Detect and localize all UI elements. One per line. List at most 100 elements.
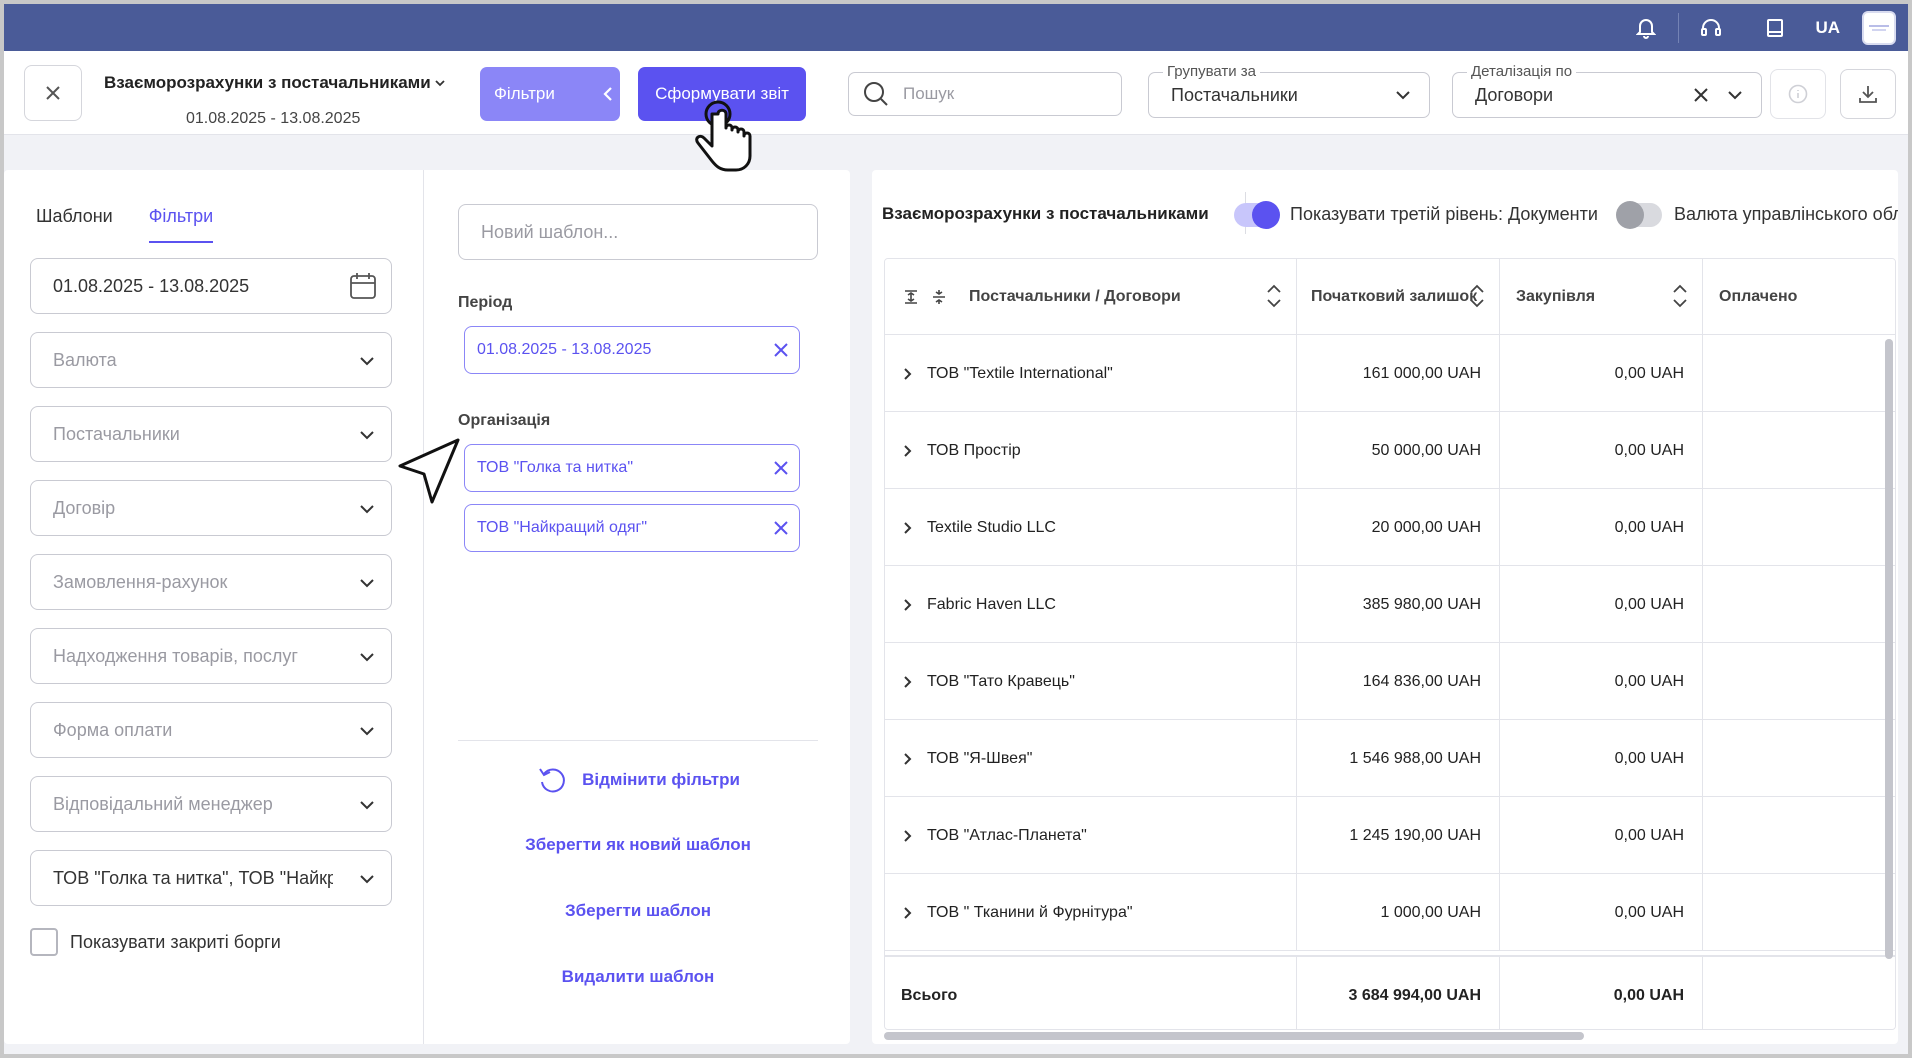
expand-row-icon[interactable] <box>903 598 913 612</box>
expand-row-icon[interactable] <box>903 829 913 843</box>
expand-row-icon[interactable] <box>903 444 913 458</box>
date-range-field[interactable]: 01.08.2025 - 13.08.2025 <box>30 258 392 314</box>
tab-filters[interactable]: Фільтри <box>148 206 214 243</box>
chevron-down-icon <box>360 579 374 588</box>
expand-row-icon[interactable] <box>903 675 913 689</box>
supplier-name: ТОВ "Тато Кравець" <box>927 672 1075 690</box>
calendar-icon[interactable] <box>349 271 377 301</box>
management-currency-toggle[interactable] <box>1616 201 1662 229</box>
report-header: Взаєморозрахунки з постачальниками 01.08… <box>4 51 1908 135</box>
purchase-cell: 0,00 UAH <box>1500 489 1703 566</box>
expand-row-icon[interactable] <box>903 752 913 766</box>
undo-icon <box>539 768 565 793</box>
tab-templates[interactable]: Шаблони <box>36 206 113 243</box>
scrollbar-thumb[interactable] <box>1885 339 1893 959</box>
collapse-all-icon[interactable] <box>931 289 947 305</box>
report-title-dropdown[interactable]: Взаєморозрахунки з постачальниками <box>104 73 445 93</box>
filters-column: Шаблони Фільтри 01.08.2025 - 13.08.2025 … <box>4 170 424 1044</box>
third-level-toggle[interactable] <box>1234 201 1280 229</box>
table-row[interactable]: ТОВ "Я-Швея" 1 546 988,00 UAH 0,00 UAH <box>885 720 1895 797</box>
table-header: Постачальники / Договори Початковий зали… <box>885 259 1895 335</box>
period-chip-label: 01.08.2025 - 13.08.2025 <box>477 341 652 358</box>
filters-tabs: Шаблони Фільтри <box>36 206 214 243</box>
download-button[interactable] <box>1840 69 1896 119</box>
column-header-suppliers[interactable]: Постачальники / Договори <box>885 259 1297 335</box>
period-chip: 01.08.2025 - 13.08.2025 <box>464 326 800 374</box>
opening-balance-cell: 161 000,00 UAH <box>1297 335 1500 412</box>
remove-chip-icon[interactable] <box>773 342 789 358</box>
remove-chip-icon[interactable] <box>773 520 789 536</box>
new-template-input[interactable]: Новий шаблон... <box>458 204 818 260</box>
show-closed-debts-label: Показувати закриті борги <box>70 931 281 952</box>
reset-filters-label: Відмінити фільтри <box>582 770 740 789</box>
order-invoice-select[interactable]: Замовлення-рахунок <box>30 554 392 610</box>
bell-icon[interactable] <box>1632 14 1660 42</box>
third-level-label: Показувати третій рівень: Документи <box>1290 204 1598 224</box>
headset-icon[interactable] <box>1697 14 1725 42</box>
close-button[interactable] <box>24 65 82 121</box>
column-header-opening-balance[interactable]: Початковий залишок <box>1297 259 1500 335</box>
report-panel-title: Взаєморозрахунки з постачальниками <box>882 204 1209 223</box>
hand-cursor-icon <box>695 100 752 172</box>
vertical-scrollbar[interactable] <box>1885 339 1893 959</box>
filters-toggle-button[interactable]: Фільтри <box>480 67 620 121</box>
search-icon <box>864 82 888 106</box>
group-by-select[interactable]: Групувати за Постачальники <box>1148 63 1430 118</box>
supplier-name: ТОВ " Тканини й Фурнітура" <box>927 903 1133 921</box>
show-closed-debts-row[interactable]: Показувати закриті борги <box>30 928 281 956</box>
goods-receipt-select[interactable]: Надходження товарів, послуг <box>30 628 392 684</box>
expand-row-icon[interactable] <box>903 906 913 920</box>
book-icon[interactable] <box>1761 14 1789 42</box>
table-row[interactable]: Textile Studio LLC 20 000,00 UAH 0,00 UA… <box>885 489 1895 566</box>
column-label: Постачальники / Договори <box>969 288 1181 305</box>
save-template-button[interactable]: Зберегти шаблон <box>458 901 818 921</box>
group-by-legend: Групувати за <box>1163 63 1261 80</box>
purchase-cell: 0,00 UAH <box>1500 720 1703 797</box>
currency-select[interactable]: Валюта <box>30 332 392 388</box>
manager-select[interactable]: Відповідальний менеджер <box>30 776 392 832</box>
table-row[interactable]: ТОВ " Тканини й Фурнітура" 1 000,00 UAH … <box>885 874 1895 951</box>
chevron-down-icon <box>360 431 374 440</box>
reset-filters-button[interactable]: Відмінити фільтри <box>458 764 818 796</box>
contract-select[interactable]: Договір <box>30 480 392 536</box>
new-template-placeholder: Новий шаблон... <box>481 221 619 242</box>
organization-label: Організація <box>458 412 551 429</box>
chevron-down-icon <box>360 505 374 514</box>
supplier-name: ТОВ "Textile International" <box>927 364 1113 382</box>
supplier-name: Textile Studio LLC <box>927 518 1056 536</box>
total-purchase: 0,00 UAH <box>1500 957 1703 1029</box>
column-header-paid[interactable]: Оплачено <box>1703 259 1895 335</box>
avatar[interactable] <box>1862 10 1896 45</box>
language-switch[interactable]: UA <box>1815 18 1840 38</box>
table-row[interactable]: ТОВ "Textile International" 161 000,00 U… <box>885 335 1895 412</box>
remove-chip-icon[interactable] <box>773 460 789 476</box>
organization-select[interactable]: ТОВ "Голка та нитка", ТОВ "Найкращий одя… <box>30 850 392 906</box>
table-row[interactable]: ТОВ "Тато Кравець" 164 836,00 UAH 0,00 U… <box>885 643 1895 720</box>
search-input[interactable]: Пошук <box>848 72 1122 116</box>
horizontal-scrollbar[interactable] <box>884 1032 1584 1040</box>
expand-all-icon[interactable] <box>903 289 919 305</box>
save-as-new-template-button[interactable]: Зберегти як новий шаблон <box>458 835 818 855</box>
suppliers-select[interactable]: Постачальники <box>30 406 392 462</box>
chevron-down-icon <box>360 875 374 884</box>
info-button[interactable] <box>1770 69 1826 119</box>
table-row[interactable]: Fabric Haven LLC 385 980,00 UAH 0,00 UAH <box>885 566 1895 643</box>
table-row[interactable]: ТОВ "Атлас-Планета" 1 245 190,00 UAH 0,0… <box>885 797 1895 874</box>
clear-icon[interactable] <box>1693 85 1709 105</box>
currency-placeholder: Валюта <box>53 349 117 370</box>
opening-balance-cell: 20 000,00 UAH <box>1297 489 1500 566</box>
detail-by-legend: Деталізація по <box>1467 63 1577 80</box>
report-table: Постачальники / Договори Початковий зали… <box>884 258 1896 1030</box>
detail-by-select[interactable]: Деталізація по Договори <box>1452 63 1762 118</box>
table-row[interactable]: ТОВ Простір 50 000,00 UAH 0,00 UAH <box>885 412 1895 489</box>
show-closed-debts-checkbox[interactable] <box>30 928 58 956</box>
expand-row-icon[interactable] <box>903 521 913 535</box>
delete-template-button[interactable]: Видалити шаблон <box>458 967 818 987</box>
sort-icon[interactable] <box>1266 283 1282 309</box>
purchase-cell: 0,00 UAH <box>1500 797 1703 874</box>
sort-icon[interactable] <box>1469 283 1485 309</box>
column-header-purchase[interactable]: Закупівля <box>1500 259 1703 335</box>
expand-row-icon[interactable] <box>903 367 913 381</box>
sort-icon[interactable] <box>1672 283 1688 309</box>
payment-form-select[interactable]: Форма оплати <box>30 702 392 758</box>
